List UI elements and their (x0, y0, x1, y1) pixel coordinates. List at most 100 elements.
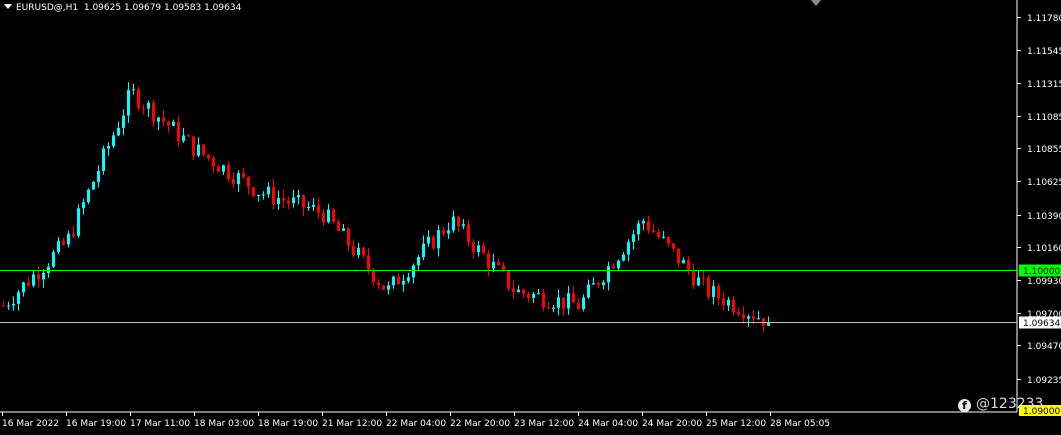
candle-body (17, 292, 20, 304)
candle-body (667, 236, 670, 244)
candle-body (302, 195, 305, 208)
candle-body (542, 293, 545, 308)
candle-body (537, 293, 540, 295)
candle-body (257, 195, 260, 197)
candle-body (77, 208, 80, 236)
candle-body (577, 302, 580, 310)
candle-body (387, 285, 390, 290)
candle-body (242, 173, 245, 177)
candle-body (192, 136, 195, 156)
candle-body (122, 115, 125, 128)
candle-body (67, 233, 70, 245)
candle-body (152, 102, 155, 122)
candle-body (647, 220, 650, 231)
candle-body (367, 255, 370, 270)
candle-body (467, 224, 470, 243)
candle-body (432, 236, 435, 249)
candle-body (642, 220, 645, 224)
y-tick-label: 1.10390 (1027, 212, 1061, 222)
candle-body (567, 293, 570, 309)
candle-body (37, 274, 40, 280)
candle-body (587, 284, 590, 298)
candle-body (677, 248, 680, 264)
candle-body (167, 121, 170, 126)
candle-body (482, 245, 485, 254)
candle-body (737, 312, 740, 315)
candle-body (347, 228, 350, 246)
candle-body (72, 233, 75, 236)
candle-body (157, 117, 160, 122)
candle-body (182, 135, 185, 141)
candle-body (282, 198, 285, 201)
candle-body (252, 187, 255, 197)
current-price-label: 1.09634 (1023, 319, 1060, 329)
candle-body (492, 261, 495, 269)
candle-body (372, 269, 375, 283)
candle-body (562, 297, 565, 309)
y-tick-label: 1.09930 (1027, 277, 1061, 287)
candle-body (132, 89, 135, 91)
chart[interactable]: EURUSD@,H1 1.09625 1.09679 1.09583 1.096… (0, 0, 1061, 435)
candle-body (612, 266, 615, 269)
candle-body (637, 223, 640, 235)
candle-body (407, 277, 410, 281)
candle-body (292, 197, 295, 204)
candle-body (232, 178, 235, 185)
candle-body (652, 230, 655, 233)
candle-body (582, 297, 585, 310)
candle-body (12, 303, 15, 306)
candle-body (7, 305, 10, 307)
candle-body (267, 186, 270, 195)
candle-body (357, 247, 360, 256)
y-tick-label: 1.09235 (1027, 376, 1061, 386)
candle-body (687, 260, 690, 271)
candle-body (402, 280, 405, 285)
candle-body (147, 102, 150, 109)
candle-body (332, 209, 335, 222)
candle-body (202, 144, 205, 155)
candle-body (287, 200, 290, 204)
candle-body (247, 176, 250, 188)
y-tick-label: 1.11315 (1027, 80, 1061, 90)
candle-body (747, 316, 750, 319)
candle-body (212, 158, 215, 167)
candle-body (557, 297, 560, 308)
candle-body (707, 277, 710, 298)
x-tick-label: 23 Mar 12:00 (514, 419, 574, 429)
candle-body (237, 173, 240, 185)
y-tick-label: 1.09470 (1027, 342, 1061, 352)
candle-body (177, 121, 180, 141)
candle-body (592, 283, 595, 285)
candle-body (377, 282, 380, 286)
candle-body (187, 135, 190, 137)
candle-body (327, 209, 330, 223)
candle-body (87, 189, 90, 203)
x-tick-label: 24 Mar 04:00 (578, 419, 638, 429)
candle-body (512, 288, 515, 293)
candle-body (32, 274, 35, 286)
candle-body (487, 253, 490, 269)
candle-body (342, 228, 345, 231)
candle-body (172, 121, 175, 126)
candle-body (422, 243, 425, 257)
candle-body (547, 307, 550, 309)
x-tick-label: 28 Mar 05:05 (770, 419, 830, 429)
candle-body (107, 146, 110, 149)
candle-body (607, 266, 610, 283)
candle-body (447, 230, 450, 234)
candle-body (717, 286, 720, 299)
price-chart-svg[interactable]: 1.11780 1.11545 1.11315 1.11085 1.10855 1.106… (0, 0, 1061, 435)
x-tick-label: 16 Mar 19:00 (66, 419, 126, 429)
candle-body (622, 254, 625, 261)
candle-body (757, 318, 760, 320)
candle-body (682, 260, 685, 264)
candle-body (62, 240, 65, 245)
candle-body (297, 195, 300, 198)
candle-body (102, 148, 105, 172)
candle-body (317, 204, 320, 213)
candle-body (462, 224, 465, 227)
candle-body (452, 216, 455, 231)
candle-body (752, 316, 755, 319)
facebook-icon: f (958, 399, 971, 412)
y-tick-label: 1.10160 (1027, 244, 1061, 254)
